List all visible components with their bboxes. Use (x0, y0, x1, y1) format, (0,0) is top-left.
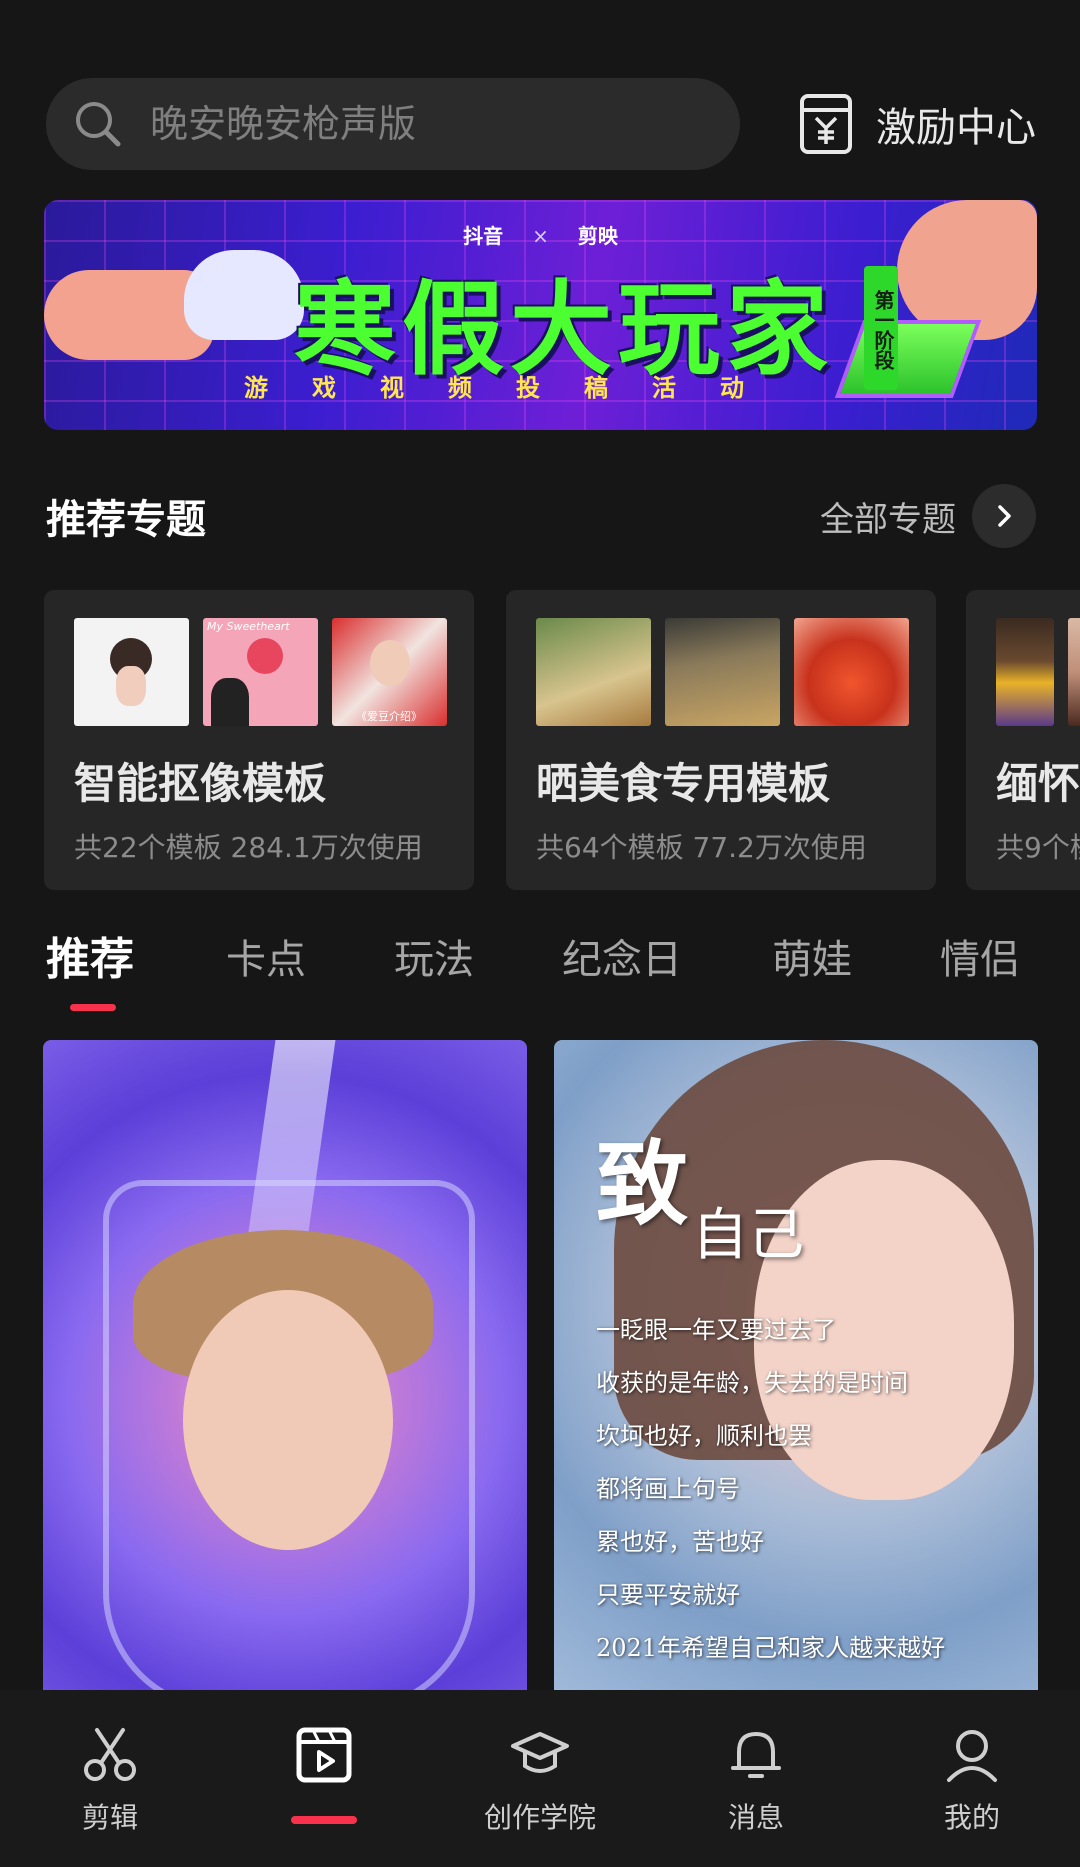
poem-line: 一眨眼一年又要过去了 (596, 1316, 836, 1344)
logo-separator: × (532, 224, 549, 248)
topic-thumbnails (536, 618, 909, 726)
poem-line: 都将画上句号 (596, 1475, 740, 1503)
template-card[interactable] (43, 1040, 527, 1690)
app-screen: 激励中心 抖音 × 剪映 寒假大玩家 第一阶段 游戏视频投稿活动 推荐专题 全部… (0, 0, 1080, 1867)
topic-meta: 共9个模 (996, 831, 1080, 864)
topic-name: 晒美食专用模板 (536, 759, 831, 808)
topic-card[interactable]: 晒美食专用模板 共64个模板 77.2万次使用 (506, 590, 936, 890)
douyin-logo: 抖音 (463, 224, 504, 248)
nav-label: 剪辑 (81, 1801, 138, 1834)
poem-line: 只要平安就好 (596, 1581, 740, 1609)
banner-logos: 抖音 × 剪映 (44, 220, 1037, 249)
promo-banner[interactable]: 抖音 × 剪映 寒假大玩家 第一阶段 游戏视频投稿活动 (44, 200, 1037, 430)
thumbnail (665, 618, 780, 726)
topic-name: 缅怀 (996, 759, 1080, 808)
jianying-logo: 剪映 (577, 224, 618, 248)
all-topics-button[interactable]: 全部专题 (820, 484, 1036, 548)
bottom-navigation: 剪辑 创作学院 消息 我的 (0, 1690, 1080, 1867)
poem-line: 坎坷也好，顺利也罢 (596, 1422, 812, 1450)
thumbnail: 《爱豆介绍》 (332, 618, 447, 726)
card-poem: 一眨眼一年又要过去了 收获的是年龄，失去的是时间 坎坷也好，顺利也罢 都将画上句… (596, 1310, 945, 1681)
graduation-cap-icon (511, 1732, 569, 1773)
topic-thumbnails: My Sweetheart 《爱豆介绍》 (74, 618, 447, 726)
thumbnail (1068, 618, 1080, 726)
search-bar[interactable] (46, 78, 740, 170)
tab-recommended[interactable]: 推荐 (46, 930, 134, 990)
featured-topics-header: 推荐专题 全部专题 (46, 484, 1036, 550)
active-tab-indicator (70, 1004, 116, 1011)
thumbnail (536, 618, 651, 726)
thumbnail (74, 618, 189, 726)
reward-center-label: 激励中心 (876, 105, 1036, 151)
section-title: 推荐专题 (46, 497, 206, 543)
nav-templates[interactable] (234, 1724, 414, 1796)
thumbnail (794, 618, 909, 726)
template-icon (296, 1727, 352, 1783)
yuan-ticket-icon (800, 94, 852, 154)
poem-line: 累也好，苦也好 (596, 1528, 764, 1556)
topic-card[interactable]: 缅怀 共9个模 (966, 590, 1080, 890)
search-icon (76, 102, 121, 147)
topic-meta: 共64个模板 77.2万次使用 (536, 831, 867, 864)
tab-gameplay[interactable]: 玩法 (394, 930, 474, 990)
search-row: 激励中心 (46, 78, 1036, 170)
nav-label: 消息 (727, 1801, 784, 1834)
thumbnail (996, 618, 1054, 726)
nav-profile[interactable]: 我的 (882, 1724, 1062, 1836)
card-title-large: 致 (596, 1130, 689, 1238)
nav-label: 我的 (943, 1801, 1000, 1834)
topic-carousel[interactable]: My Sweetheart 《爱豆介绍》 智能抠像模板 共22个模板 284.1… (44, 590, 1080, 890)
nav-messages[interactable]: 消息 (666, 1724, 846, 1836)
card-title-small: 自己 (692, 1203, 804, 1268)
thumbnail: My Sweetheart (203, 618, 318, 726)
portrait-graphic (183, 1290, 393, 1550)
user-icon (947, 1730, 997, 1782)
reward-center-button[interactable]: 激励中心 (798, 78, 1036, 170)
nav-academy[interactable]: 创作学院 (450, 1724, 630, 1836)
chevron-right-icon (972, 484, 1036, 548)
topic-thumbnails (996, 618, 1080, 726)
all-topics-label: 全部专题 (820, 499, 956, 540)
active-nav-indicator (291, 1816, 357, 1824)
banner-subtitle: 游戏视频投稿活动 (244, 374, 788, 402)
tab-couple[interactable]: 情侣 (940, 930, 1020, 990)
tab-anniversary[interactable]: 纪念日 (562, 930, 682, 990)
tab-cute-baby[interactable]: 萌娃 (772, 930, 852, 990)
template-card[interactable]: 致 自己 一眨眼一年又要过去了 收获的是年龄，失去的是时间 坎坷也好，顺利也罢 … (554, 1040, 1038, 1690)
bell-icon (731, 1732, 781, 1778)
scissors-icon (84, 1728, 136, 1781)
tab-beat[interactable]: 卡点 (226, 930, 306, 990)
topic-meta: 共22个模板 284.1万次使用 (74, 831, 423, 864)
poem-line: 收获的是年龄，失去的是时间 (596, 1369, 908, 1397)
nav-edit[interactable]: 剪辑 (20, 1724, 200, 1836)
topic-card[interactable]: My Sweetheart 《爱豆介绍》 智能抠像模板 共22个模板 284.1… (44, 590, 474, 890)
category-tabs: 推荐 卡点 玩法 纪念日 萌娃 情侣 (46, 930, 1080, 1011)
nav-label: 创作学院 (483, 1801, 596, 1834)
poem-line: 2021年希望自己和家人越来越好 (596, 1634, 946, 1662)
topic-name: 智能抠像模板 (74, 759, 327, 808)
search-input[interactable] (148, 101, 672, 147)
